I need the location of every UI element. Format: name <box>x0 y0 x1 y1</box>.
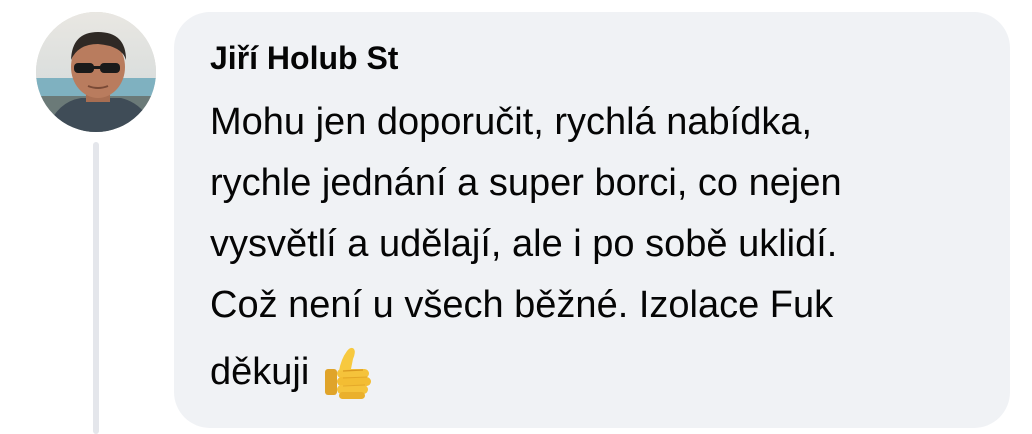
comment-bubble: Jiří Holub St Mohu jen doporučit, rychlá… <box>174 12 1010 428</box>
comment-author[interactable]: Jiří Holub St <box>210 38 974 78</box>
comment-text-line: vysvětlí a udělají, ale i po sobě uklidí… <box>210 223 838 265</box>
comment-text-line: Mohu jen doporučit, rychlá nabídka, <box>210 101 813 143</box>
comment-text-line-last: děkuji <box>210 342 974 403</box>
comment-text-line: rychle jednání a super borci, co nejen <box>210 162 842 204</box>
comment-text-line: Což není u všech běžné. Izolace Fuk <box>210 284 834 326</box>
avatar-photo <box>36 12 156 132</box>
comment-text-line: děkuji <box>210 351 310 393</box>
thumbs-up-icon <box>321 345 377 401</box>
comment: Jiří Holub St Mohu jen doporučit, rychlá… <box>0 0 1032 434</box>
reply-thread-line <box>93 142 99 434</box>
avatar[interactable] <box>36 12 156 132</box>
